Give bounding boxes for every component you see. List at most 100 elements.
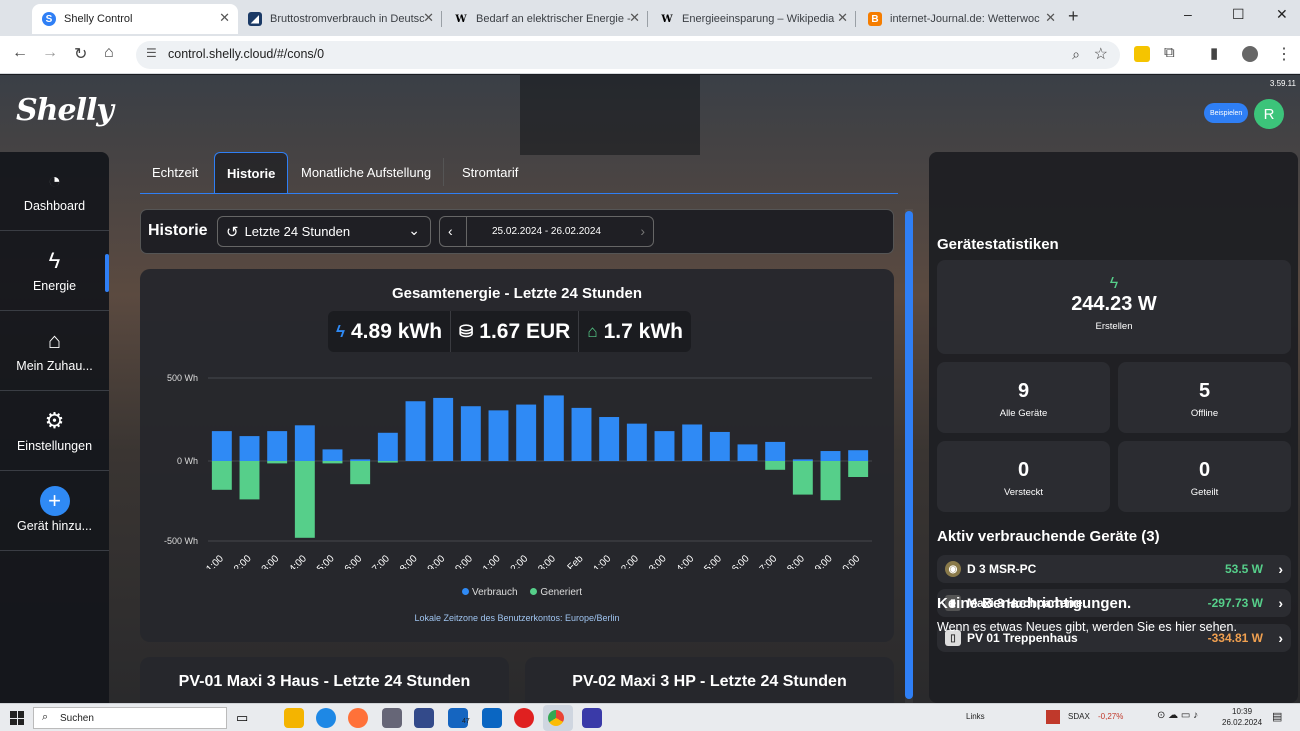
sidebar-item-label: Mein Zuhau... — [16, 359, 93, 373]
timezone-note: Lokale Zeitzone des Benutzerkontos: Euro… — [414, 613, 620, 623]
minimize-button[interactable]: – — [1184, 6, 1192, 22]
clock-date[interactable]: 26.02.2024 — [1222, 718, 1262, 727]
browser-tab-blogger[interactable]: B internet-Journal.de: Wetterwoc ✕ — [858, 4, 1064, 34]
sidebar-item-dashboard[interactable]: ◔ Dashboard — [0, 152, 109, 231]
bar-verbrauch — [267, 431, 288, 461]
active-devices-title: Aktiv verbrauchende Geräte (3) — [937, 528, 1160, 545]
omnibox[interactable]: ☰ control.shelly.cloud/#/cons/0 ⌕ ☆ — [136, 41, 1120, 69]
app-icon[interactable] — [382, 708, 402, 728]
shared-count: 0 — [1198, 459, 1211, 481]
new-tab-button[interactable]: + — [1068, 6, 1079, 27]
opera-icon[interactable] — [514, 708, 534, 728]
tab-echtzeit[interactable]: Echtzeit — [140, 152, 210, 193]
close-tab-icon[interactable]: ✕ — [219, 10, 230, 26]
notification-icon[interactable]: ▤ — [1272, 710, 1282, 723]
scrollbar-thumb[interactable] — [905, 211, 913, 699]
sidebar-item-settings[interactable]: ⚙ Einstellungen — [0, 392, 109, 471]
home-icon[interactable]: ⌂ — [104, 44, 114, 62]
wikipedia-favicon-icon: W — [455, 13, 467, 25]
browser-tab-wiki-energie[interactable]: W Energieeinsparung – Wikipedia ✕ — [650, 4, 856, 34]
device-power: -297.73 W — [1207, 596, 1263, 610]
app-icon[interactable] — [414, 708, 434, 728]
menu-dots-icon[interactable]: ⋮ — [1276, 44, 1292, 64]
app-icon[interactable] — [582, 708, 602, 728]
firefox-icon[interactable] — [348, 708, 368, 728]
clock-time[interactable]: 10:39 — [1232, 707, 1252, 716]
edge-icon[interactable] — [316, 708, 336, 728]
bar-generiert — [294, 461, 315, 538]
bookmark-star-icon[interactable]: ☆ — [1094, 44, 1108, 64]
back-arrow-icon[interactable]: ← — [12, 44, 28, 62]
device-power: 53.5 W — [1224, 562, 1263, 576]
browser-tab-statista[interactable]: ◢ Bruttostromverbrauch in Deutsc ✕ — [238, 4, 442, 34]
bar-generiert — [211, 461, 232, 490]
forward-arrow-icon[interactable]: → — [42, 44, 58, 62]
url-text[interactable]: control.shelly.cloud/#/cons/0 — [168, 47, 324, 61]
x-tick-label: 26.Feb — [556, 553, 586, 569]
reload-icon[interactable]: ↻ — [74, 44, 87, 64]
close-window-button[interactable]: ✕ — [1276, 6, 1288, 23]
wikipedia-favicon-icon: W — [661, 13, 673, 25]
chevron-left-icon[interactable]: ‹ — [448, 223, 453, 239]
plus-icon: + — [39, 486, 70, 516]
browser-tab-shelly[interactable]: S Shelly Control ✕ — [32, 4, 238, 34]
x-tick-label: 16:00 — [339, 553, 365, 569]
device-row[interactable]: ◉ D 3 MSR-PC 53.5 W › — [937, 555, 1291, 583]
site-info-icon[interactable]: ☰ — [146, 46, 157, 60]
x-tick-label: 14:00 — [283, 553, 309, 569]
hidden-box[interactable]: 0 Versteckt — [937, 441, 1110, 512]
offline-count: 5 — [1198, 380, 1211, 402]
profile-icon[interactable] — [1242, 46, 1258, 62]
sidebar-item-home[interactable]: ⌂ Mein Zuhau... — [0, 312, 109, 391]
shelly-logo[interactable]: Shelly — [16, 93, 114, 128]
extensions-puzzle-icon[interactable]: ⧉ — [1164, 44, 1175, 61]
legend-verbrauch[interactable]: Verbrauch — [472, 587, 518, 598]
all-devices-label: Alle Geräte — [999, 408, 1048, 419]
tab-monatliche-aufstellung[interactable]: Monatliche Aufstellung — [289, 152, 445, 193]
range-select-value: Letzte 24 Stunden — [244, 224, 351, 239]
shelly-favicon-icon: S — [42, 12, 56, 26]
statista-favicon-icon: ◢ — [248, 12, 262, 26]
close-tab-icon[interactable]: ✕ — [1045, 10, 1056, 26]
all-devices-count: 9 — [1017, 380, 1030, 402]
bar-generiert — [820, 461, 841, 501]
bar-verbrauch — [294, 425, 315, 461]
sidebar-item-energie[interactable]: ϟ Energie — [0, 232, 109, 311]
bar-verbrauch — [488, 410, 509, 461]
maximize-button[interactable]: ☐ — [1232, 6, 1245, 23]
close-tab-icon[interactable]: ✕ — [423, 10, 434, 26]
range-select[interactable]: ↺ Letzte 24 Stunden ⌄ — [217, 216, 431, 247]
offline-box[interactable]: 5 Offline — [1118, 362, 1291, 433]
links-toolbar[interactable]: Links — [966, 712, 985, 721]
bar-generiert — [239, 461, 260, 500]
chevron-right-icon[interactable]: › — [640, 223, 645, 239]
avatar[interactable]: R — [1254, 99, 1284, 129]
sidebar-item-add-device[interactable]: + Gerät hinzu... — [0, 472, 109, 551]
all-devices-box[interactable]: 9 Alle Geräte — [937, 362, 1110, 433]
taskbar-search[interactable]: ⌕ Suchen — [33, 707, 227, 729]
windows-start-icon[interactable] — [10, 711, 24, 725]
bar-verbrauch — [516, 404, 537, 461]
device-name: D 3 MSR-PC — [967, 562, 1037, 576]
side-panel-icon[interactable]: ▮ — [1210, 44, 1218, 62]
zoom-icon[interactable]: ⌕ — [1072, 46, 1080, 63]
ticker-name[interactable]: SDAX — [1068, 712, 1090, 721]
x-tick-label: 21:00 — [477, 553, 503, 569]
tab-historie[interactable]: Historie — [214, 152, 289, 193]
legend-generiert[interactable]: Generiert — [540, 587, 582, 598]
task-view-icon[interactable]: ▭ — [236, 710, 256, 730]
tray-icons[interactable]: ⊙ ☁ ▭ ♪ — [1157, 710, 1198, 721]
pv01-card: PV-01 Maxi 3 Haus - Letzte 24 Stunden — [140, 657, 509, 703]
example-badge[interactable]: Beispielen — [1204, 103, 1249, 123]
file-explorer-icon[interactable] — [284, 708, 304, 728]
app-icon[interactable] — [482, 708, 502, 728]
browser-tab-wiki-bedarf[interactable]: W Bedarf an elektrischer Energie - ✕ — [444, 4, 648, 34]
extension-icon[interactable] — [1134, 46, 1150, 62]
close-tab-icon[interactable]: ✕ — [629, 10, 640, 26]
y-tick-label: 0 Wh — [177, 456, 198, 466]
close-tab-icon[interactable]: ✕ — [837, 10, 848, 26]
shared-box[interactable]: 0 Geteilt — [1118, 441, 1291, 512]
tab-stromtarif[interactable]: Stromtarif — [450, 152, 530, 193]
chevron-right-icon: › — [1278, 630, 1283, 646]
bar-generiert — [350, 461, 371, 485]
